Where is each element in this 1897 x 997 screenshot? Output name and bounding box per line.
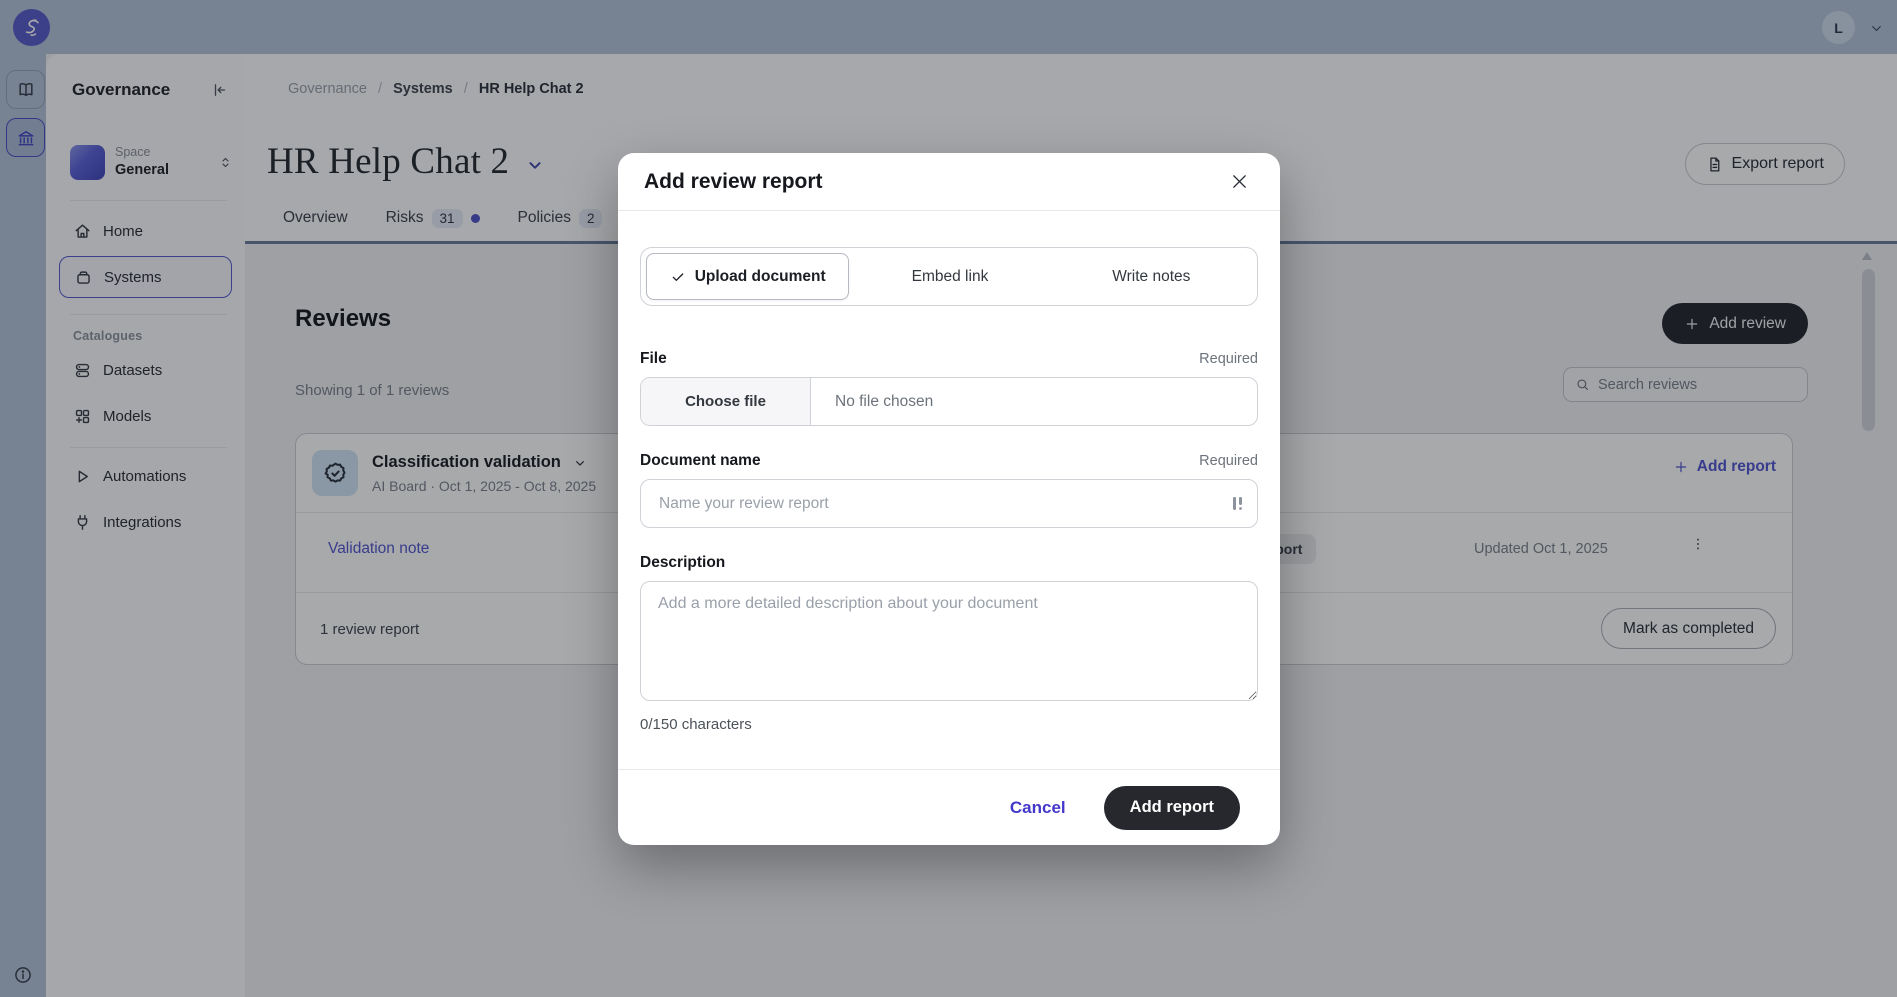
character-counter: 0/150 characters <box>640 716 1258 733</box>
required-label: Required <box>1199 453 1258 469</box>
segment-label: Upload document <box>695 268 826 286</box>
check-icon <box>670 269 686 285</box>
report-type-segmented-control: Upload document Embed link Write notes <box>640 247 1258 306</box>
file-label: File <box>640 350 667 368</box>
add-report-button[interactable]: Add report <box>1104 786 1240 830</box>
file-upload-control: Choose file No file chosen <box>640 377 1258 426</box>
close-icon[interactable] <box>1225 167 1254 196</box>
segment-upload-document[interactable]: Upload document <box>646 253 849 300</box>
description-textarea[interactable] <box>640 581 1258 701</box>
description-label: Description <box>640 554 725 572</box>
choose-file-button[interactable]: Choose file <box>641 378 811 425</box>
modal-title: Add review report <box>644 170 823 194</box>
segment-label: Write notes <box>1112 268 1190 286</box>
cancel-button[interactable]: Cancel <box>1010 798 1066 818</box>
file-status-text: No file chosen <box>811 378 933 425</box>
required-label: Required <box>1199 351 1258 367</box>
document-name-input[interactable] <box>640 479 1258 528</box>
segment-write-notes[interactable]: Write notes <box>1051 253 1252 300</box>
segment-embed-link[interactable]: Embed link <box>849 253 1050 300</box>
autofill-icon[interactable] <box>1230 495 1245 512</box>
add-review-report-modal: Add review report Upload document Embed … <box>618 153 1280 845</box>
segment-label: Embed link <box>912 268 989 286</box>
document-name-label: Document name <box>640 452 761 470</box>
